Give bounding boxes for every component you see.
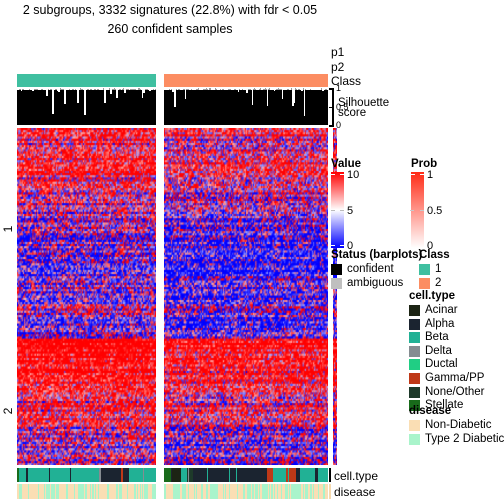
- legend-class-item-swatch: [419, 264, 430, 275]
- legend-status-item-label: ambiguous: [347, 277, 404, 289]
- annotation-label-cell-type: cell.type: [334, 469, 379, 483]
- legend-celltype-item-swatch: [409, 332, 420, 344]
- legend-title-status: Status (barplots): [331, 249, 423, 261]
- legend-celltype-item-label: Acinar: [425, 304, 458, 316]
- legend-class: 12: [419, 263, 489, 291]
- legend-class-item-label: 1: [435, 263, 442, 275]
- legend-disease-item-swatch: [409, 420, 420, 431]
- row-split-label-1: 1: [1, 225, 15, 233]
- annotation-row-cell-type: [17, 468, 328, 482]
- legend-prob: 1 0.5 0: [410, 169, 481, 252]
- legend-cell-type: Acinar Alpha Beta Delta Ductal Gamma/PP None/O…: [409, 304, 504, 416]
- legend-prob-tick-max: 1: [427, 169, 434, 181]
- legend-celltype-item-label: Beta: [425, 331, 449, 344]
- row-split-label-2: 2: [1, 407, 15, 415]
- legend-value: 10 5 0: [331, 169, 401, 252]
- legend-celltype-item-label: None/Other: [425, 385, 485, 398]
- legend-class-item-label: 2: [435, 277, 442, 289]
- cell-type-tick: [329, 468, 331, 482]
- legend-class-item-swatch: [419, 278, 430, 289]
- legend-disease-item-swatch: [409, 434, 420, 445]
- annotation-label-p2: p2: [331, 60, 345, 74]
- legend-celltype-item-swatch: [409, 318, 420, 330]
- disease-tick: [329, 484, 331, 499]
- legend-status-item-label: confident: [347, 263, 394, 275]
- legend-celltype-item-label: Alpha: [425, 317, 455, 330]
- legend-celltype-item-label: Delta: [425, 344, 452, 357]
- legend-disease-item-label: Non-Diabetic: [425, 419, 492, 431]
- legend-value-tick-max: 10: [347, 169, 360, 181]
- silhouette-axis-label: Silhouette score: [338, 97, 389, 119]
- heatmap-column-group-1: [17, 128, 156, 465]
- silhouette-barplot: [17, 88, 328, 125]
- annotation-row-p2: [17, 59, 328, 73]
- page-subtitle: 260 confident samples: [107, 22, 233, 36]
- legend-status-item-swatch: [331, 264, 342, 275]
- legend-title-class: Class: [419, 249, 450, 261]
- main-heatmap: [17, 128, 328, 465]
- annotation-row-disease: [17, 484, 328, 499]
- legend-status-item-swatch: [331, 278, 342, 289]
- legend-celltype-item-label: Ductal: [425, 358, 458, 371]
- silhouette-label-line2: score: [338, 107, 367, 119]
- heatmap-column-group-2: [164, 128, 328, 465]
- legend-value-tick-mid: 5: [347, 205, 354, 217]
- legend-status: confident ambiguous: [331, 263, 431, 291]
- legend-celltype-item-swatch: [409, 386, 420, 398]
- legend-title-disease: disease: [409, 405, 452, 417]
- legend-celltype-item-swatch: [409, 359, 420, 371]
- annotation-row-p1: [17, 44, 328, 58]
- legend-celltype-item-swatch: [409, 345, 420, 357]
- legend-title-cell-type: cell.type: [409, 290, 456, 302]
- legend-celltype-item-label: Gamma/PP: [425, 372, 485, 384]
- legend-disease-item-label: Type 2 Diabetic: [425, 433, 504, 445]
- silhouette-tick-label: 1: [336, 83, 342, 93]
- legend-prob-tick-mid: 0.5: [427, 205, 443, 217]
- legend-title-prob: Prob: [411, 158, 438, 170]
- legend-celltype-item-swatch: [409, 305, 420, 316]
- legend-disease: Non-Diabetic Type 2 Diabetic: [409, 419, 504, 447]
- annotation-label-disease: disease: [334, 485, 376, 499]
- page-title: 2 subgroups, 3332 signatures (22.8%) wit…: [22, 3, 318, 17]
- legend-celltype-item-swatch: [409, 373, 420, 384]
- annotation-label-p1: p1: [331, 45, 345, 59]
- annotation-row-class: [17, 74, 328, 87]
